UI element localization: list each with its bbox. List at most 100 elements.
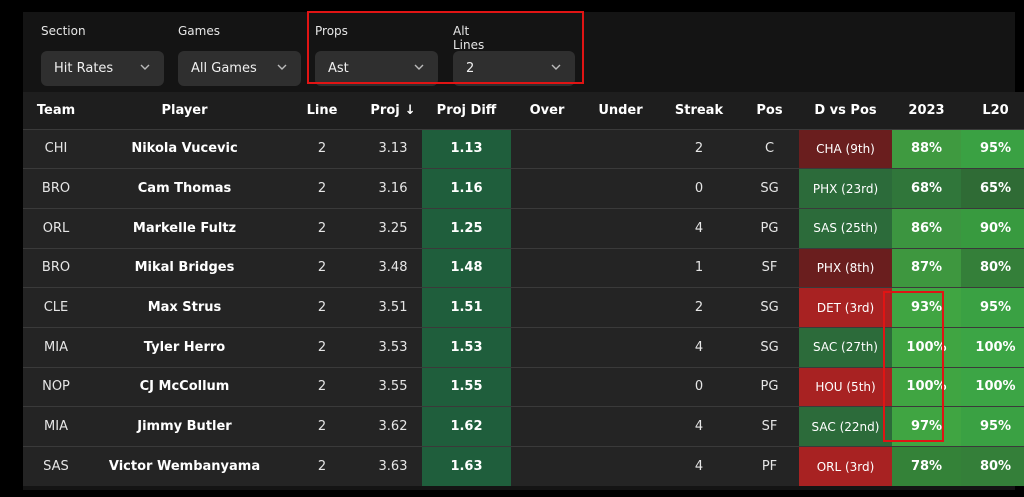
hit-rate-2023-cell: 86% (892, 207, 961, 249)
proj-diff-cell: 1.51 (422, 287, 511, 328)
streak-cell: 4 (658, 207, 740, 249)
over-cell (511, 247, 583, 288)
line-cell: 2 (280, 326, 364, 368)
line-cell: 2 (280, 128, 364, 169)
line-cell: 2 (280, 168, 364, 209)
team-cell: MIA (23, 406, 89, 447)
d-vs-pos-cell: SAS (25th) (799, 207, 892, 249)
streak-cell: 1 (658, 247, 740, 288)
pos-cell: PF (740, 446, 799, 487)
col-over-header[interactable]: Over (511, 92, 583, 129)
over-cell (511, 406, 583, 447)
table-row[interactable]: MIA Tyler Herro 2 3.53 1.53 4 SG SAC (27th) 100%… (23, 326, 1024, 368)
over-cell (511, 128, 583, 169)
col-line-header[interactable]: Line (280, 92, 364, 129)
player-cell[interactable]: Max Strus (89, 287, 280, 328)
line-cell: 2 (280, 446, 364, 487)
props-highlight-box (307, 11, 584, 84)
over-cell (511, 207, 583, 249)
col-2023-header[interactable]: 2023 (892, 92, 961, 129)
proj-diff-cell: 1.63 (422, 446, 511, 487)
games-dropdown[interactable]: All Games (178, 51, 301, 86)
proj-diff-cell: 1.53 (422, 326, 511, 368)
pos-cell: PG (740, 366, 799, 407)
table-row[interactable]: CLE Max Strus 2 3.51 1.51 2 SG DET (3rd) 93% 95% (23, 287, 1024, 328)
player-cell[interactable]: Jimmy Butler (89, 406, 280, 447)
team-cell: SAS (23, 446, 89, 487)
pos-cell: C (740, 128, 799, 169)
col-pos-header[interactable]: Pos (740, 92, 799, 129)
table-row[interactable]: BRO Mikal Bridges 2 3.48 1.48 1 SF PHX (8th) 87%… (23, 247, 1024, 288)
pos-cell: SF (740, 247, 799, 288)
team-cell: BRO (23, 247, 89, 288)
col-l20-header[interactable]: L20 (961, 92, 1024, 129)
hit-rate-l20-cell: 65% (961, 168, 1024, 209)
d-vs-pos-cell: SAC (27th) (799, 326, 892, 368)
col-d-vs-pos-header[interactable]: D vs Pos (799, 92, 892, 129)
proj-cell: 3.48 (364, 247, 422, 288)
col-player-header[interactable]: Player (89, 92, 280, 129)
pos-cell: SG (740, 326, 799, 368)
over-cell (511, 168, 583, 209)
under-cell (583, 366, 658, 407)
table-row[interactable]: SAS Victor Wembanyama 2 3.63 1.63 4 PF ORL (3rd… (23, 446, 1024, 487)
d-vs-pos-cell: ORL (3rd) (799, 446, 892, 487)
proj-diff-cell: 1.55 (422, 366, 511, 407)
proj-cell: 3.62 (364, 406, 422, 447)
table-row[interactable]: MIA Jimmy Butler 2 3.62 1.62 4 SF SAC (22nd) 97%… (23, 406, 1024, 447)
table-row[interactable]: ORL Markelle Fultz 2 3.25 1.25 4 PG SAS (25th) 8… (23, 207, 1024, 249)
under-cell (583, 406, 658, 447)
hit-rate-highlight-box (883, 291, 944, 442)
section-dropdown[interactable]: Hit Rates (41, 51, 164, 86)
player-cell[interactable]: Victor Wembanyama (89, 446, 280, 487)
games-label: Games (178, 24, 220, 38)
line-cell: 2 (280, 287, 364, 328)
hit-rate-2023-cell: 78% (892, 446, 961, 487)
line-cell: 2 (280, 406, 364, 447)
col-team-header[interactable]: Team (23, 92, 89, 129)
player-cell[interactable]: CJ McCollum (89, 366, 280, 407)
over-cell (511, 446, 583, 487)
chevron-down-icon (277, 64, 287, 70)
under-cell (583, 207, 658, 249)
player-cell[interactable]: Markelle Fultz (89, 207, 280, 249)
d-vs-pos-cell: PHX (23rd) (799, 168, 892, 209)
player-cell[interactable]: Nikola Vucevic (89, 128, 280, 169)
proj-cell: 3.25 (364, 207, 422, 249)
proj-cell: 3.53 (364, 326, 422, 368)
table-row[interactable]: NOP CJ McCollum 2 3.55 1.55 0 PG HOU (5th) 100% 1… (23, 366, 1024, 407)
team-cell: MIA (23, 326, 89, 368)
streak-cell: 4 (658, 446, 740, 487)
team-cell: CLE (23, 287, 89, 328)
player-cell[interactable]: Tyler Herro (89, 326, 280, 368)
team-cell: NOP (23, 366, 89, 407)
hit-rate-l20-cell: 100% (961, 326, 1024, 368)
proj-cell: 3.13 (364, 128, 422, 169)
pos-cell: SG (740, 168, 799, 209)
under-cell (583, 168, 658, 209)
d-vs-pos-cell: DET (3rd) (799, 287, 892, 328)
streak-cell: 2 (658, 287, 740, 328)
d-vs-pos-cell: CHA (9th) (799, 128, 892, 169)
pos-cell: SG (740, 287, 799, 328)
section-label: Section (41, 24, 86, 38)
col-under-header[interactable]: Under (583, 92, 658, 129)
table-row[interactable]: BRO Cam Thomas 2 3.16 1.16 0 SG PHX (23rd) 68% 65… (23, 168, 1024, 209)
proj-diff-cell: 1.25 (422, 207, 511, 249)
col-proj-header[interactable]: Proj ↓ (364, 92, 422, 129)
col-streak-header[interactable]: Streak (658, 92, 740, 129)
hit-rate-l20-cell: 95% (961, 406, 1024, 447)
player-cell[interactable]: Cam Thomas (89, 168, 280, 209)
streak-cell: 2 (658, 128, 740, 169)
line-cell: 2 (280, 366, 364, 407)
chevron-down-icon (140, 64, 150, 70)
proj-cell: 3.63 (364, 446, 422, 487)
hit-rate-l20-cell: 95% (961, 287, 1024, 328)
col-proj-diff-header[interactable]: Proj Diff (422, 92, 511, 129)
table-row[interactable]: CHI Nikola Vucevic 2 3.13 1.13 2 C CHA (9th) 88%… (23, 128, 1024, 169)
proj-diff-cell: 1.16 (422, 168, 511, 209)
hit-rate-l20-cell: 90% (961, 207, 1024, 249)
streak-cell: 0 (658, 366, 740, 407)
player-cell[interactable]: Mikal Bridges (89, 247, 280, 288)
under-cell (583, 128, 658, 169)
